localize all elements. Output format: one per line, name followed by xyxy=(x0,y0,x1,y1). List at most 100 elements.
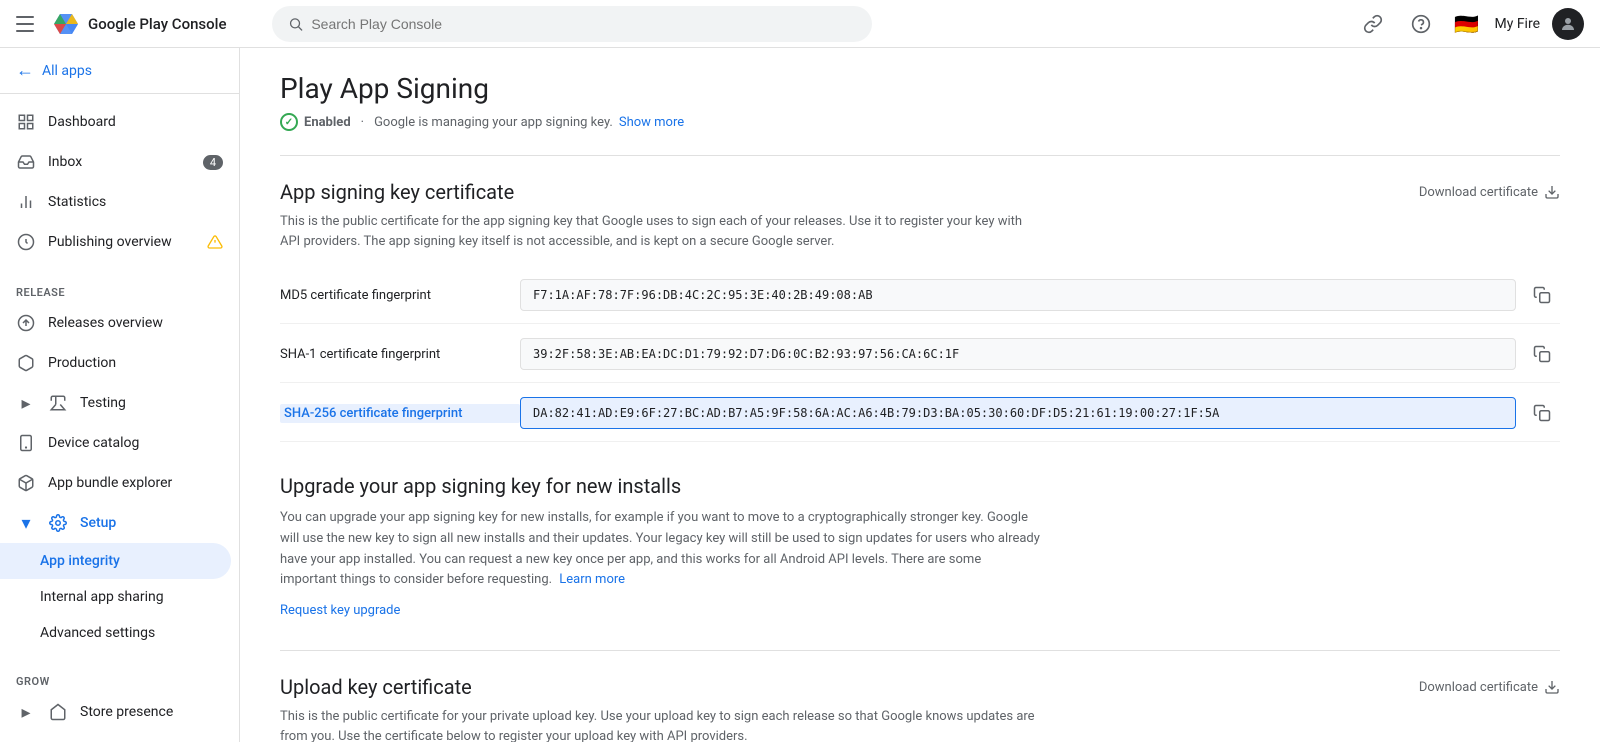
status-enabled-text: Enabled xyxy=(304,115,351,130)
page-title: Play App Signing xyxy=(280,72,1560,105)
internal-app-sharing-label: Internal app sharing xyxy=(40,589,164,605)
warning-icon xyxy=(207,234,223,250)
topbar-left: Google Play Console xyxy=(16,10,256,38)
dashboard-icon xyxy=(16,112,36,132)
production-label: Production xyxy=(48,355,116,371)
layout: ← All apps Dashboard Inbox 4 xyxy=(0,48,1600,742)
divider-1 xyxy=(280,155,1560,156)
upload-cert-title: Upload key certificate xyxy=(280,675,472,699)
download-cert-label-2: Download certificate xyxy=(1419,680,1538,695)
sidebar-grow-section: Grow ▸ Store presence Store performance xyxy=(0,659,239,742)
user-name[interactable]: My Fire xyxy=(1495,16,1541,32)
advanced-settings-label: Advanced settings xyxy=(40,625,155,641)
sha256-value[interactable]: DA:82:41:AD:E9:6F:27:BC:AD:B7:A5:9F:58:6… xyxy=(520,397,1516,429)
logo-icon xyxy=(52,10,80,38)
download-cert-label-1: Download certificate xyxy=(1419,185,1538,200)
main-content: Play App Signing Enabled · Google is man… xyxy=(240,48,1600,742)
sidebar-item-testing[interactable]: ▸ Testing xyxy=(0,383,239,423)
flag-avatar[interactable]: 🇩🇪 xyxy=(1451,8,1483,40)
app-integrity-label: App integrity xyxy=(40,553,120,569)
sha256-label: SHA-256 certificate fingerprint xyxy=(280,404,520,423)
sidebar: ← All apps Dashboard Inbox 4 xyxy=(0,48,240,742)
topbar: Google Play Console 🇩🇪 My Fire xyxy=(0,0,1600,48)
signing-cert-desc: This is the public certificate for the a… xyxy=(280,212,1040,251)
logo-text: Google Play Console xyxy=(88,15,227,33)
app-bundle-explorer-label: App bundle explorer xyxy=(48,475,172,491)
sidebar-item-device-catalog[interactable]: Device catalog xyxy=(0,423,239,463)
md5-label: MD5 certificate fingerprint xyxy=(280,288,520,303)
download-cert-btn-2[interactable]: Download certificate xyxy=(1419,675,1560,695)
statistics-label: Statistics xyxy=(48,194,106,210)
request-key-upgrade-link[interactable]: Request key upgrade xyxy=(280,603,1560,618)
signing-cert-section: App signing key certificate Download cer… xyxy=(280,180,1560,442)
user-avatar[interactable] xyxy=(1552,8,1584,40)
sidebar-item-production[interactable]: Production xyxy=(0,343,239,383)
sidebar-item-publishing-overview[interactable]: Publishing overview xyxy=(0,222,239,262)
sidebar-item-app-integrity[interactable]: App integrity xyxy=(0,543,231,579)
upgrade-section: Upgrade your app signing key for new ins… xyxy=(280,474,1560,618)
setup-label: Setup xyxy=(80,515,116,531)
sha1-copy-btn[interactable] xyxy=(1524,336,1560,372)
releases-icon xyxy=(16,313,36,333)
sidebar-item-releases-overview[interactable]: Releases overview xyxy=(0,303,239,343)
sha256-copy-btn[interactable] xyxy=(1524,395,1560,431)
search-bar xyxy=(272,6,872,42)
back-arrow-icon: ← xyxy=(16,60,34,81)
inbox-icon xyxy=(16,152,36,172)
hamburger-menu[interactable] xyxy=(16,12,40,36)
signing-cert-header: App signing key certificate Download cer… xyxy=(280,180,1560,204)
sidebar-main-section: Dashboard Inbox 4 Statistics Publishing xyxy=(0,94,239,270)
all-apps-label: All apps xyxy=(42,63,92,79)
sidebar-item-store-performance[interactable]: Store performance xyxy=(0,732,239,742)
status-row: Enabled · Google is managing your app si… xyxy=(280,113,1560,131)
download-icon-1 xyxy=(1544,184,1560,200)
status-desc: Google is managing your app signing key. xyxy=(374,115,613,130)
upgrade-title: Upgrade your app signing key for new ins… xyxy=(280,474,1560,498)
publishing-icon xyxy=(16,232,36,252)
production-icon xyxy=(16,353,36,373)
sidebar-item-store-presence[interactable]: ▸ Store presence xyxy=(0,692,239,732)
download-cert-btn-1[interactable]: Download certificate xyxy=(1419,180,1560,200)
sha1-label: SHA-1 certificate fingerprint xyxy=(280,347,520,362)
search-input[interactable] xyxy=(311,16,856,32)
sidebar-item-dashboard[interactable]: Dashboard xyxy=(0,102,239,142)
statistics-icon xyxy=(16,192,36,212)
store-expand-icon: ▸ xyxy=(16,702,36,722)
sidebar-item-app-bundle-explorer[interactable]: App bundle explorer xyxy=(0,463,239,503)
dashboard-label: Dashboard xyxy=(48,114,116,130)
download-icon-2 xyxy=(1544,679,1560,695)
releases-overview-label: Releases overview xyxy=(48,315,163,331)
expand-testing-icon: ▸ xyxy=(16,393,36,413)
sidebar-release-section: Release Releases overview Production ▸ T… xyxy=(0,270,239,659)
testing-label: Testing xyxy=(80,395,126,411)
md5-value[interactable]: F7:1A:AF:78:7F:96:DB:4C:2C:95:3E:40:2B:4… xyxy=(520,279,1516,311)
sidebar-item-advanced-settings[interactable]: Advanced settings xyxy=(0,615,239,651)
upload-cert-section: Upload key certificate Download certific… xyxy=(280,675,1560,742)
all-apps-link[interactable]: ← All apps xyxy=(0,48,239,94)
sha1-value[interactable]: 39:2F:58:3E:AB:EA:DC:D1:79:92:D7:D6:0C:B… xyxy=(520,338,1516,370)
bundle-icon xyxy=(16,473,36,493)
publishing-label: Publishing overview xyxy=(48,234,172,250)
link-icon-btn[interactable] xyxy=(1355,6,1391,42)
inbox-badge: 4 xyxy=(203,155,223,170)
sidebar-item-internal-app-sharing[interactable]: Internal app sharing xyxy=(0,579,239,615)
sidebar-item-inbox[interactable]: Inbox 4 xyxy=(0,142,239,182)
device-catalog-label: Device catalog xyxy=(48,435,139,451)
status-enabled-dot xyxy=(280,113,298,131)
fingerprint-row-sha1: SHA-1 certificate fingerprint 39:2F:58:3… xyxy=(280,326,1560,383)
sidebar-item-statistics[interactable]: Statistics xyxy=(0,182,239,222)
upgrade-desc: You can upgrade your app signing key for… xyxy=(280,508,1040,591)
sidebar-item-setup[interactable]: ▾ Setup xyxy=(0,503,239,543)
upload-cert-header: Upload key certificate Download certific… xyxy=(280,675,1560,699)
release-section-label: Release xyxy=(0,278,239,303)
logo[interactable]: Google Play Console xyxy=(52,10,227,38)
grow-section-label: Grow xyxy=(0,667,239,692)
help-icon-btn[interactable] xyxy=(1403,6,1439,42)
fingerprint-row-sha256: SHA-256 certificate fingerprint DA:82:41… xyxy=(280,385,1560,442)
show-more-link[interactable]: Show more xyxy=(619,115,684,130)
store-presence-icon xyxy=(48,702,68,722)
topbar-right: 🇩🇪 My Fire xyxy=(1355,6,1585,42)
testing-icon xyxy=(48,393,68,413)
md5-copy-btn[interactable] xyxy=(1524,277,1560,313)
learn-more-link[interactable]: Learn more xyxy=(559,572,625,587)
